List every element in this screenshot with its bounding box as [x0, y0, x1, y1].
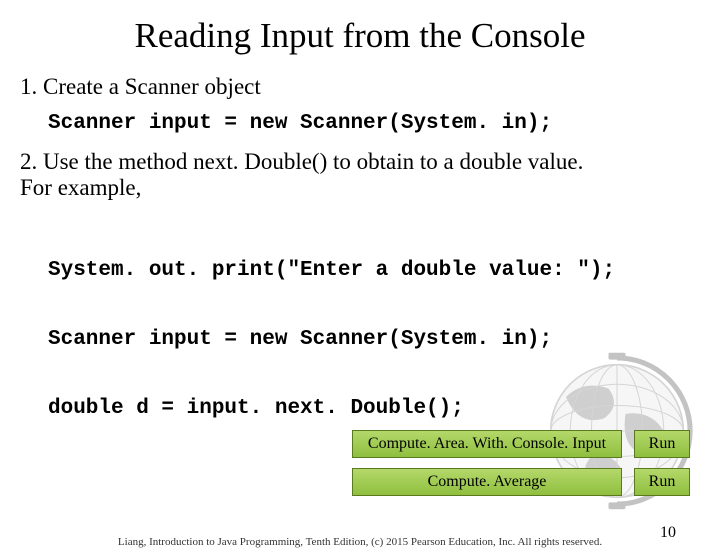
program-button-2[interactable]: Compute. Average — [352, 468, 622, 496]
run-button-2[interactable]: Run — [634, 468, 690, 496]
code-line: System. out. print("Enter a double value… — [48, 259, 700, 282]
footer-credit: Liang, Introduction to Java Programming,… — [0, 536, 720, 548]
program-button-1[interactable]: Compute. Area. With. Console. Input — [352, 430, 622, 458]
slide-title: Reading Input from the Console — [0, 16, 720, 56]
code-line: double d = input. next. Double(); — [48, 397, 700, 420]
step-2-text-a: 2. Use the method next. Double() to obta… — [20, 149, 700, 175]
code-block-2: System. out. print("Enter a double value… — [48, 213, 700, 443]
run-button-1[interactable]: Run — [634, 430, 690, 458]
page-number: 10 — [660, 524, 676, 542]
step-1-text: 1. Create a Scanner object — [20, 74, 700, 100]
code-line: Scanner input = new Scanner(System. in); — [48, 328, 700, 351]
code-block-1: Scanner input = new Scanner(System. in); — [48, 112, 700, 135]
step-2-text-b: For example, — [20, 175, 700, 201]
button-grid: Compute. Area. With. Console. Input Run … — [352, 430, 690, 496]
